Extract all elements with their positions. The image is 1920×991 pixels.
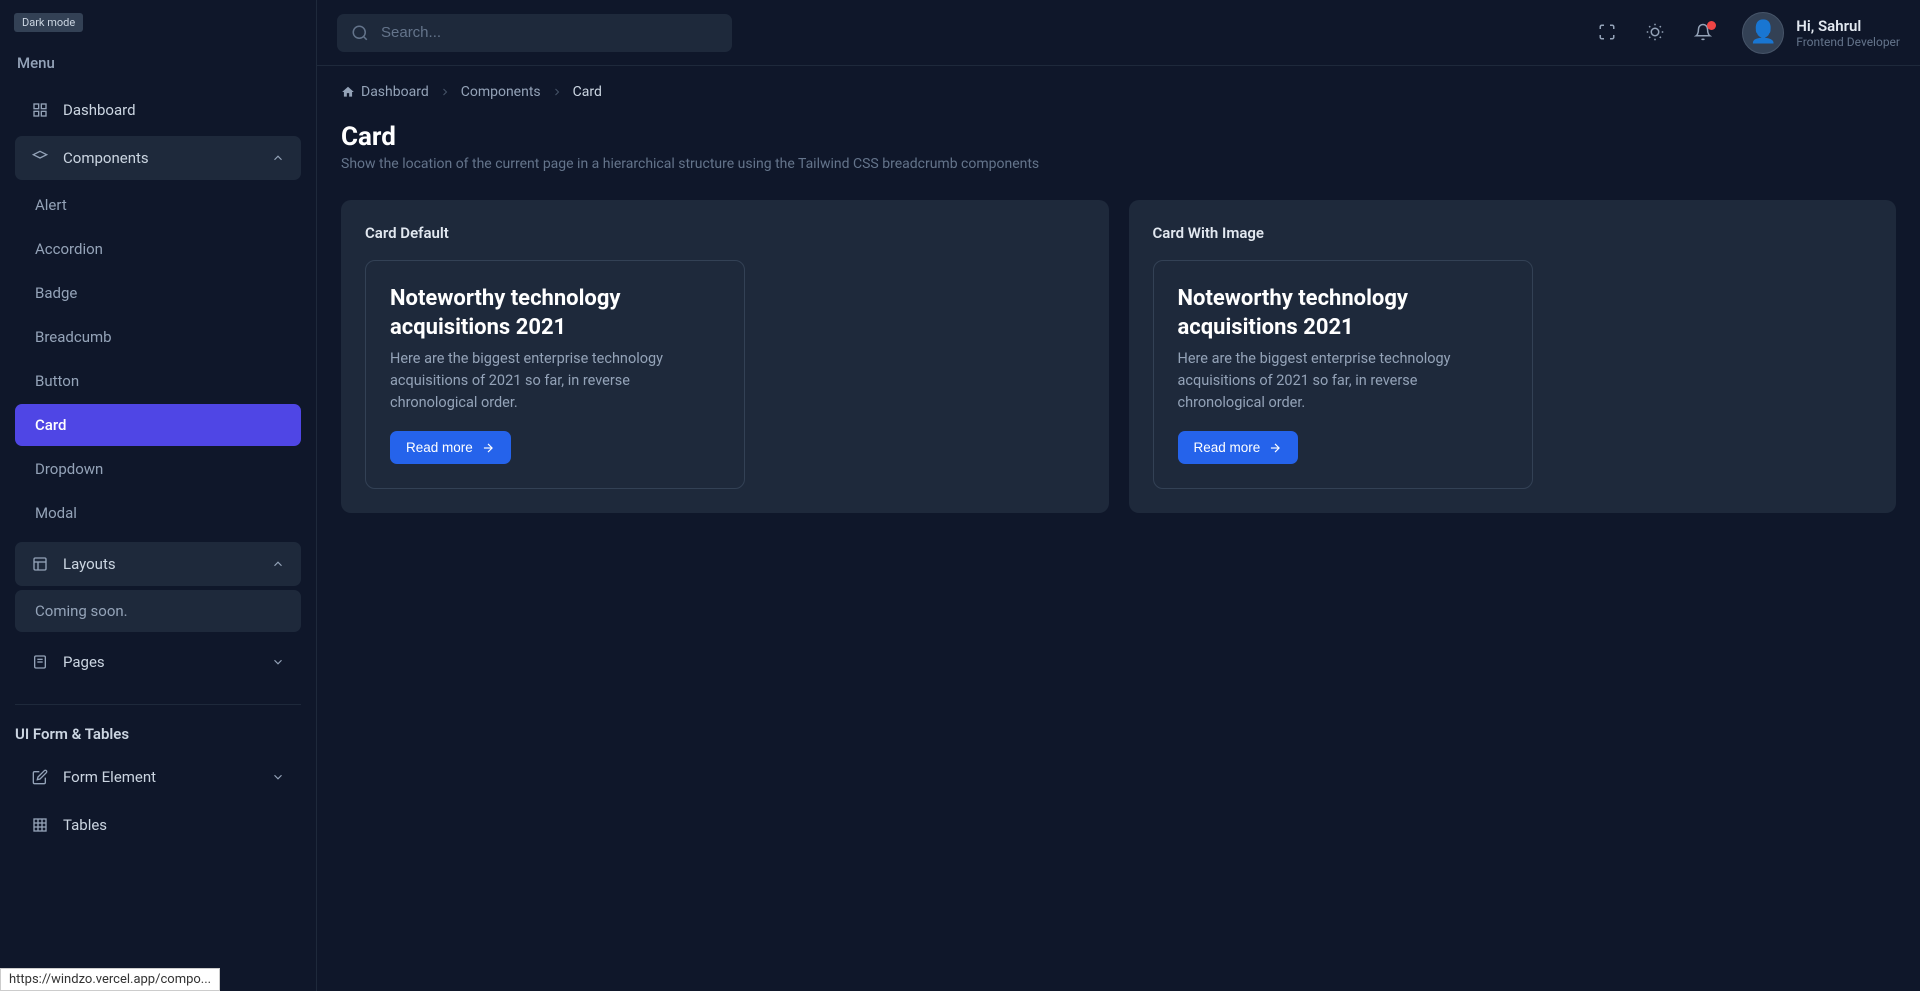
search-input[interactable] <box>381 24 718 41</box>
card-title: Noteworthy technology acquisitions 2021 <box>390 285 720 342</box>
theme-toggle-icon[interactable] <box>1646 23 1666 43</box>
section-form-tables: UI Form & Tables <box>15 704 301 743</box>
sidebar-sub-breadcrumb[interactable]: Breadcumb <box>15 316 301 358</box>
components-icon <box>31 149 49 167</box>
status-bar: https://windzo.vercel.app/compo... <box>0 968 220 991</box>
sidebar-sub-accordion[interactable]: Accordion <box>15 228 301 270</box>
breadcrumb-dashboard[interactable]: Dashboard <box>341 84 429 100</box>
grid-icon <box>31 101 49 119</box>
read-more-button[interactable]: Read more <box>390 431 511 464</box>
search-icon <box>351 24 369 42</box>
chevron-right-icon <box>551 86 563 98</box>
page-title: Card <box>341 122 1896 152</box>
notification-icon[interactable] <box>1694 23 1714 43</box>
card-text: Here are the biggest enterprise technolo… <box>390 348 720 413</box>
user-menu[interactable]: 👤 Hi, Sahrul Frontend Developer <box>1742 12 1900 54</box>
sidebar-item-tables[interactable]: Tables <box>15 803 301 847</box>
sidebar-item-label: Dashboard <box>63 101 136 119</box>
sidebar-item-components[interactable]: Components <box>15 136 301 180</box>
panel-title: Card Default <box>365 224 1085 242</box>
breadcrumb-label: Dashboard <box>361 84 429 100</box>
user-role: Frontend Developer <box>1796 35 1900 49</box>
components-submenu: Alert Accordion Badge Breadcumb Button C… <box>15 184 301 534</box>
dark-mode-badge: Dark mode <box>14 13 83 32</box>
sidebar-item-form-element[interactable]: Form Element <box>15 755 301 799</box>
page-subtitle: Show the location of the current page in… <box>341 156 1896 172</box>
sidebar-sub-button[interactable]: Button <box>15 360 301 402</box>
chevron-up-icon <box>271 557 285 571</box>
sidebar-sub-modal[interactable]: Modal <box>15 492 301 534</box>
breadcrumb-current: Card <box>573 84 602 100</box>
topbar: 👤 Hi, Sahrul Frontend Developer <box>317 0 1920 66</box>
button-label: Read more <box>406 440 473 455</box>
sidebar-item-label: Pages <box>63 653 105 671</box>
sidebar-sub-alert[interactable]: Alert <box>15 184 301 226</box>
button-label: Read more <box>1194 440 1261 455</box>
sidebar-item-dashboard[interactable]: Dashboard <box>15 88 301 132</box>
pages-icon <box>31 653 49 671</box>
user-name: Hi, Sahrul <box>1796 17 1900 35</box>
home-icon <box>341 85 355 99</box>
edit-icon <box>31 768 49 786</box>
sidebar-sub-coming-soon: Coming soon. <box>15 590 301 632</box>
sidebar-item-layouts[interactable]: Layouts <box>15 542 301 586</box>
search-box[interactable] <box>337 14 732 52</box>
sidebar-item-pages[interactable]: Pages <box>15 640 301 684</box>
content: Dashboard Components Card Card Show the … <box>317 66 1920 531</box>
arrow-right-icon <box>481 441 495 455</box>
chevron-down-icon <box>271 655 285 669</box>
sidebar-item-label: Components <box>63 149 149 167</box>
sidebar: Menu Dashboard Components <box>0 0 317 991</box>
layouts-submenu: Coming soon. <box>15 590 301 632</box>
panel-card-default: Card Default Noteworthy technology acqui… <box>341 200 1109 513</box>
notification-dot <box>1707 21 1716 30</box>
panel-title: Card With Image <box>1153 224 1873 242</box>
card-title: Noteworthy technology acquisitions 2021 <box>1178 285 1508 342</box>
layouts-icon <box>31 555 49 573</box>
table-icon <box>31 816 49 834</box>
chevron-right-icon <box>439 86 451 98</box>
card-with-image: Noteworthy technology acquisitions 2021 … <box>1153 260 1533 489</box>
sidebar-sub-dropdown[interactable]: Dropdown <box>15 448 301 490</box>
arrow-right-icon <box>1268 441 1282 455</box>
sidebar-item-label: Form Element <box>63 768 156 786</box>
fullscreen-icon[interactable] <box>1598 23 1618 43</box>
main-area: 👤 Hi, Sahrul Frontend Developer Dashboar… <box>317 0 1920 991</box>
chevron-up-icon <box>271 151 285 165</box>
panel-card-with-image: Card With Image Noteworthy technology ac… <box>1129 200 1897 513</box>
avatar: 👤 <box>1742 12 1784 54</box>
sidebar-item-label: Layouts <box>63 555 116 573</box>
sidebar-sub-card[interactable]: Card <box>15 404 301 446</box>
card-text: Here are the biggest enterprise technolo… <box>1178 348 1508 413</box>
sidebar-item-label: Tables <box>63 816 107 834</box>
breadcrumb: Dashboard Components Card <box>341 84 1896 100</box>
breadcrumb-components[interactable]: Components <box>461 84 541 100</box>
card-default: Noteworthy technology acquisitions 2021 … <box>365 260 745 489</box>
sidebar-sub-badge[interactable]: Badge <box>15 272 301 314</box>
menu-heading: Menu <box>15 54 301 72</box>
chevron-down-icon <box>271 770 285 784</box>
read-more-button[interactable]: Read more <box>1178 431 1299 464</box>
